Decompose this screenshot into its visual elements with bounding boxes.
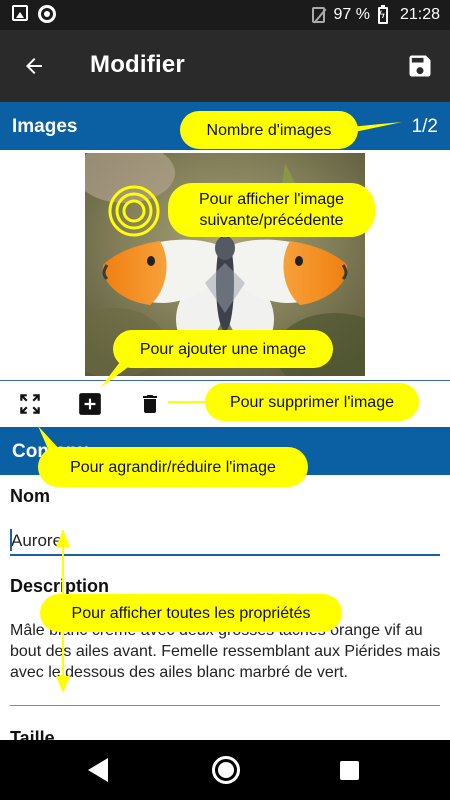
image-count: 1/2 (411, 116, 438, 137)
annotation-ajouter-image: Pour ajouter une image (113, 330, 333, 368)
annotation-text: Nombre d'images (206, 121, 332, 139)
page-title: Modifier (90, 51, 185, 78)
annotation-afficher-image: Pour afficher l'image suivante/précédent… (168, 183, 375, 237)
save-button[interactable] (406, 52, 434, 80)
add-image-button[interactable] (75, 389, 105, 419)
status-bar: 97 % 21:28 (0, 0, 450, 30)
back-button[interactable] (16, 48, 52, 84)
images-section-title: Images (12, 116, 78, 137)
annotation-text-line1: Pour afficher l'image (198, 191, 345, 208)
nav-recents-icon[interactable] (340, 761, 359, 780)
annotation-text: Pour afficher toutes les propriétés (71, 604, 311, 622)
annotation-nombre-images: Nombre d'images (180, 111, 358, 149)
annotation-text-line2: suivante/précédente (199, 212, 344, 229)
annotation-afficher-proprietes: Pour afficher toutes les propriétés (40, 594, 342, 632)
annotation-agrandir-reduire: Pour agrandir/réduire l'image (38, 447, 308, 487)
battery-charging-icon (377, 4, 388, 24)
expand-image-button[interactable] (15, 389, 45, 419)
no-sim-icon (312, 7, 326, 23)
description-underline (10, 705, 440, 706)
fullscreen-icon (20, 394, 40, 414)
clock: 21:28 (399, 6, 440, 23)
floppy-disk-icon (409, 55, 431, 77)
system-nav-bar (0, 740, 450, 800)
annotation-text: Pour agrandir/réduire l'image (70, 458, 276, 476)
annotation-text: Pour ajouter une image (139, 340, 307, 358)
arrow-back-icon (26, 58, 42, 74)
image-notification-icon (12, 5, 28, 21)
nom-label: Nom (10, 486, 50, 506)
annotation-text: Pour supprimer l'image (229, 393, 394, 411)
nav-back-icon[interactable] (88, 758, 108, 782)
record-notification-icon (38, 5, 56, 23)
delete-image-button[interactable] (135, 389, 165, 419)
nom-input[interactable] (10, 528, 440, 556)
app-bar: Modifier (0, 30, 450, 102)
nav-home-icon[interactable] (212, 756, 240, 784)
annotation-supprimer-image: Pour supprimer l'image (205, 383, 419, 421)
battery-percent: 97 % (333, 6, 370, 23)
trash-icon (143, 395, 157, 413)
text-cursor (10, 529, 12, 551)
add-box-icon (79, 393, 101, 415)
image-divider (0, 380, 450, 381)
